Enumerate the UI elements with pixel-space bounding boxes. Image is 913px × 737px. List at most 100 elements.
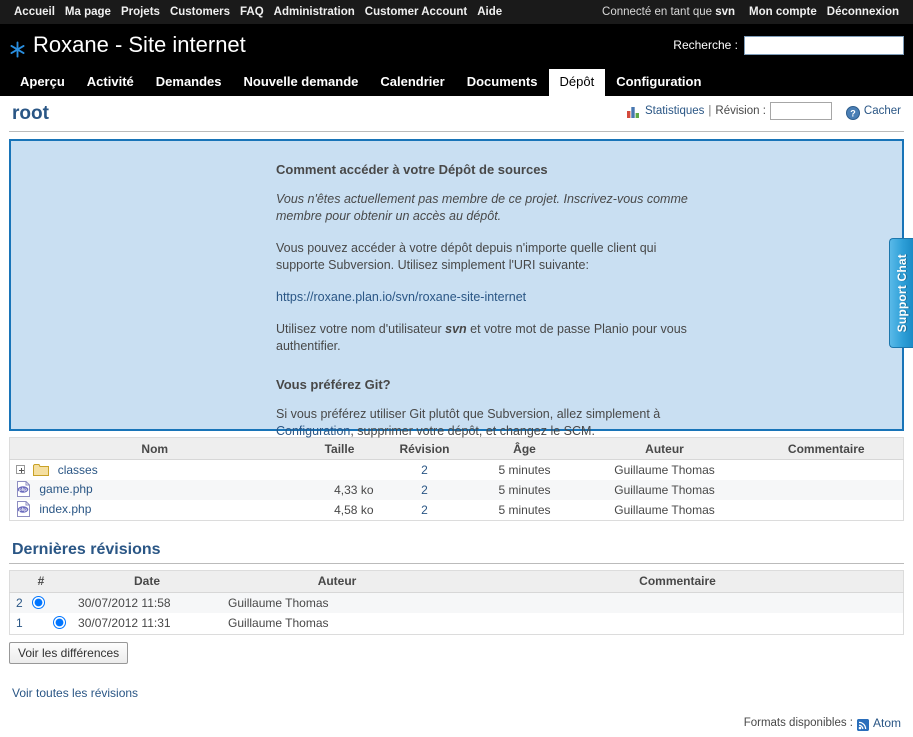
repository-url-link[interactable]: https://roxane.plan.io/svn/roxane-site-i…	[276, 290, 526, 304]
scm-access-text: Vous pouvez accéder à votre dépôt depuis…	[276, 241, 657, 272]
php-file-icon: php	[16, 480, 31, 497]
rev-col-number: #	[9, 570, 73, 593]
file-col-revision[interactable]: Révision	[379, 437, 470, 460]
tab-depot[interactable]: Dépôt	[548, 69, 606, 96]
view-differences-button[interactable]: Voir les différences	[9, 641, 129, 664]
view-all-revisions-wrap: Voir toutes les révisions	[9, 686, 904, 700]
revision-input[interactable]	[769, 102, 832, 120]
latest-revisions-table: # Date Auteur Commentaire 2 30/07/2012 1…	[9, 569, 904, 635]
tab-configuration[interactable]: Configuration	[605, 69, 712, 96]
scm-git-prefix: Si vous préférez utiliser Git plutôt que…	[276, 407, 661, 421]
other-formats: Formats disponibles : Atom	[743, 716, 901, 731]
revision-author-cell: Guillaume Thomas	[228, 616, 329, 631]
file-age-cell: 5 minutes	[498, 462, 551, 477]
atom-feed-icon	[856, 719, 869, 731]
support-chat-tab[interactable]: Support Chat	[889, 238, 913, 348]
scm-info-inner: Comment accéder à votre Dépôt de sources…	[276, 162, 706, 440]
statistics-link[interactable]: Statistiques	[645, 105, 704, 117]
top-menu-left: Accueil Ma page Projets Customers FAQ Ad…	[9, 6, 507, 18]
file-link[interactable]: game.php	[39, 482, 92, 496]
top-menu-item-administration[interactable]: Administration	[269, 6, 360, 18]
file-col-comment[interactable]: Commentaire	[749, 437, 904, 460]
table-row[interactable]: 2 30/07/2012 11:58 Guillaume Thomas	[9, 592, 904, 613]
file-table-body: classes 2 5 minutes Guillaume Thomas php	[9, 459, 904, 521]
file-size-cell: 4,58 ko	[334, 502, 374, 517]
table-row[interactable]: php game.php 4,33 ko 2 5 minutes Guillau…	[9, 479, 904, 500]
revision-link[interactable]: 2	[421, 503, 428, 517]
file-name-cell: php game.php	[10, 480, 300, 500]
table-row[interactable]: 1 30/07/2012 11:31 Guillaume Thomas	[9, 613, 904, 634]
revision-comment-cell	[452, 592, 903, 613]
revisions-table-head: # Date Auteur Commentaire	[9, 570, 904, 593]
top-menu-item-faq[interactable]: FAQ	[235, 6, 269, 18]
rev-col-comment: Commentaire	[452, 570, 904, 593]
scm-auth-text: Utilisez votre nom d'utilisateur svn et …	[276, 321, 706, 355]
file-size-cell	[300, 460, 380, 480]
top-menu-item-customers[interactable]: Customers	[165, 6, 235, 18]
rev-col-author: Auteur	[222, 570, 453, 593]
other-formats-label: Formats disponibles :	[743, 717, 853, 729]
contextual-actions: Statistiques | Révision : ? Cacher	[626, 102, 901, 120]
contextual-separator: |	[708, 105, 712, 117]
file-author-cell: Guillaume Thomas	[614, 502, 715, 517]
atom-feed-link[interactable]: Atom	[873, 716, 901, 730]
rev-col-date: Date	[72, 570, 223, 593]
folder-icon	[33, 463, 50, 476]
search-input[interactable]	[744, 35, 904, 55]
file-table-head: Nom Taille Révision Âge Auteur Commentai…	[9, 437, 904, 460]
tab-documents[interactable]: Documents	[456, 69, 549, 96]
file-col-size[interactable]: Taille	[299, 437, 380, 460]
revision-link[interactable]: 1	[16, 616, 23, 630]
logged-in-prefix: Connecté en tant que	[602, 6, 716, 18]
top-menu-item-customer-account[interactable]: Customer Account	[360, 6, 472, 18]
revision-date-cell: 30/07/2012 11:58	[78, 595, 171, 610]
help-icon: ?	[845, 106, 860, 120]
svg-text:php: php	[19, 507, 27, 512]
file-col-age[interactable]: Âge	[469, 437, 580, 460]
view-all-revisions-link[interactable]: Voir toutes les révisions	[12, 686, 138, 700]
scm-auth-username: svn	[445, 322, 467, 336]
hide-action[interactable]: ? Cacher	[845, 104, 901, 120]
file-col-author[interactable]: Auteur	[579, 437, 750, 460]
file-author-cell: Guillaume Thomas	[614, 482, 715, 497]
scm-git-configuration-link[interactable]: Configuration	[276, 424, 350, 438]
revision-number-cell: 1	[10, 613, 73, 634]
revision-from-radio[interactable]	[32, 595, 46, 609]
content-header: root Statistiques | Révision : ? Cacher	[9, 96, 904, 132]
logout-link[interactable]: Déconnexion	[822, 6, 904, 18]
file-col-name[interactable]: Nom	[9, 437, 300, 460]
main-content: root Statistiques | Révision : ? Cacher …	[0, 96, 913, 737]
expand-icon[interactable]	[16, 464, 25, 474]
revision-to-radio[interactable]	[53, 616, 67, 630]
table-row[interactable]: php index.php 4,58 ko 2 5 minutes Guilla…	[9, 499, 904, 521]
snowflake-icon	[9, 38, 26, 58]
logged-in-username: svn	[715, 6, 736, 18]
scm-git-heading: Vous préférez Git?	[276, 377, 391, 392]
file-author-cell: Guillaume Thomas	[614, 462, 715, 477]
tab-demandes[interactable]: Demandes	[145, 69, 233, 96]
tab-calendrier[interactable]: Calendrier	[369, 69, 455, 96]
top-menu-item-accueil[interactable]: Accueil	[9, 6, 60, 18]
file-comment-cell	[750, 500, 904, 521]
scm-info-heading: Comment accéder à votre Dépôt de sources	[276, 162, 548, 177]
svg-text:?: ?	[850, 109, 856, 119]
revision-link[interactable]: 2	[421, 463, 428, 477]
file-name-cell: classes	[10, 460, 300, 480]
tab-nouvelle-demande[interactable]: Nouvelle demande	[233, 69, 370, 96]
revision-link[interactable]: 2	[421, 483, 428, 497]
top-menu-item-projets[interactable]: Projets	[116, 6, 165, 18]
file-link[interactable]: index.php	[39, 502, 91, 516]
revision-author-cell: Guillaume Thomas	[228, 595, 329, 610]
tab-apercu[interactable]: Aperçu	[9, 69, 76, 96]
latest-revisions-title: Dernières révisions	[9, 541, 904, 564]
app-title: Roxane - Site internet	[9, 32, 246, 58]
tab-activite[interactable]: Activité	[76, 69, 145, 96]
top-menu-item-ma-page[interactable]: Ma page	[60, 6, 116, 18]
hide-link[interactable]: Cacher	[864, 105, 901, 117]
revision-link[interactable]: 2	[16, 596, 23, 610]
support-chat-label: Support Chat	[894, 253, 909, 333]
table-row[interactable]: classes 2 5 minutes Guillaume Thomas	[9, 459, 904, 480]
directory-link[interactable]: classes	[58, 463, 98, 477]
top-menu-item-aide[interactable]: Aide	[472, 6, 507, 18]
my-account-link[interactable]: Mon compte	[744, 6, 822, 18]
